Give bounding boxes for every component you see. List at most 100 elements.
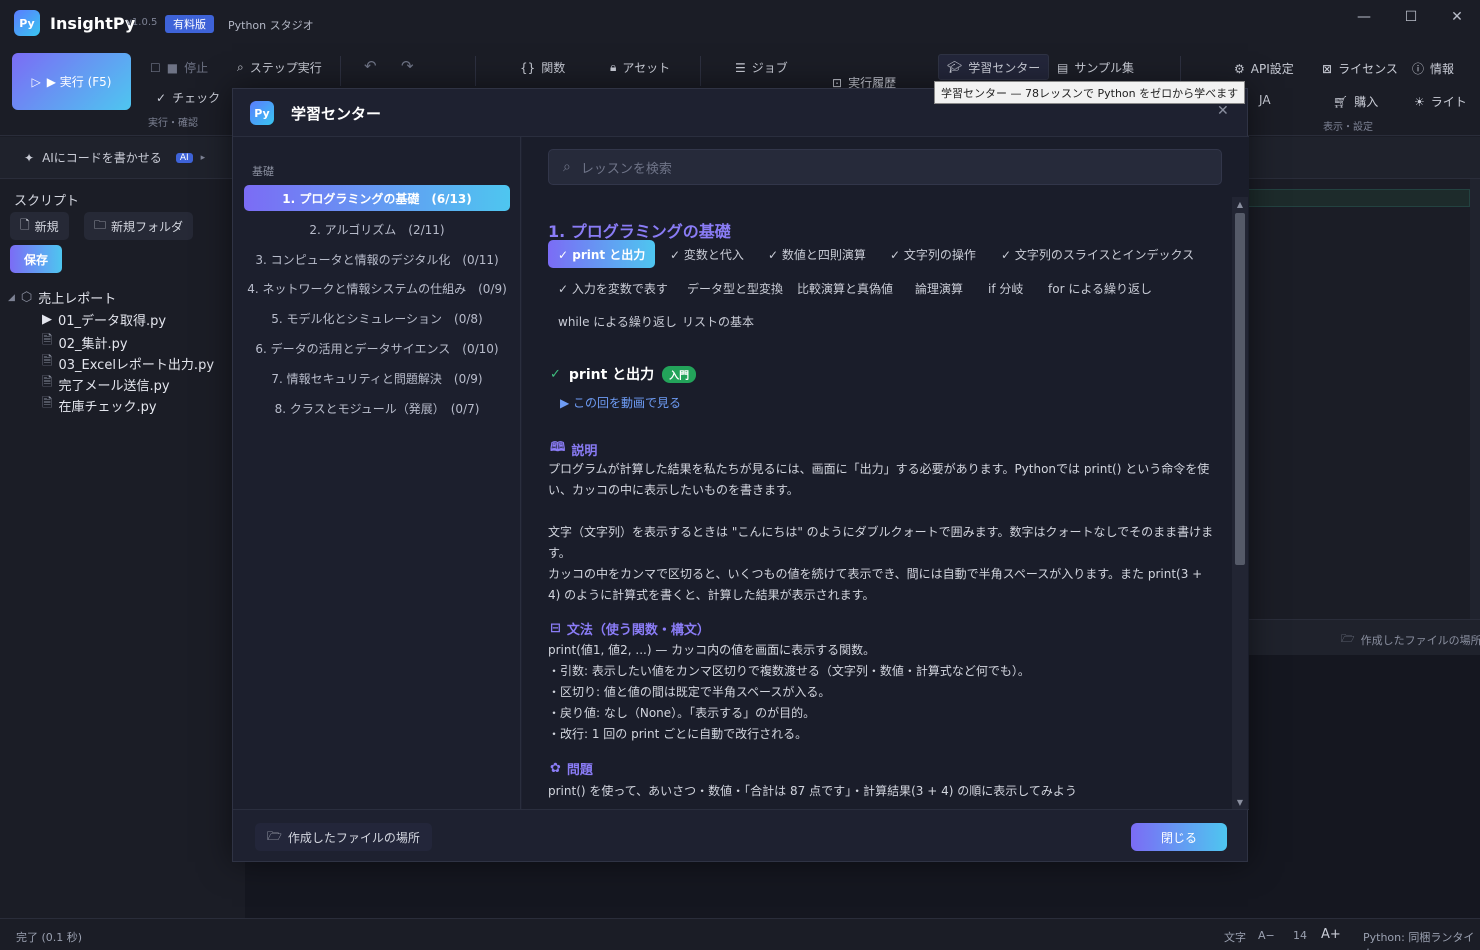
open-created-files-button[interactable]: 🗁 作成したファイルの場所 (255, 823, 432, 851)
info-button[interactable]: ⓘ 情報 (1412, 60, 1454, 77)
api-settings-button[interactable]: ⚙ API設定 (1234, 60, 1294, 77)
run-marker-icon: ▶ (42, 312, 52, 327)
tree-file[interactable]: 🗎 02_集計.py (42, 331, 128, 353)
dialog-title: 学習センター (291, 105, 382, 123)
tree-file[interactable]: 🗎 完了メール送信.py (42, 373, 170, 395)
group-label-run: 実行・確認 (148, 118, 198, 129)
search-placeholder: レッスンを検索 (580, 161, 672, 177)
editor-scrollbar[interactable] (1470, 179, 1480, 619)
file-icon: 🗎 (42, 354, 53, 369)
level-badge: 入門 (662, 365, 697, 383)
tree-folder[interactable]: ◢ ⬡ 売上レポート (8, 288, 116, 307)
lesson-chip[interactable]: 比較演算と真偽値 (787, 274, 903, 302)
scroll-down-icon[interactable]: ▼ (1232, 795, 1248, 809)
samples-button[interactable]: ▤ サンプル集 (1057, 59, 1134, 76)
license-badge: 有料版 (165, 15, 214, 33)
lesson-chip[interactable]: ✓ 文字列の操作 (880, 240, 986, 268)
checkbox-icon: ☐ (150, 60, 161, 75)
lesson-chip[interactable]: if 分岐 (978, 274, 1033, 302)
dialog-close-icon[interactable]: ✕ (1217, 103, 1229, 119)
maximize-button[interactable]: ☐ (1388, 0, 1434, 34)
app-logo: Py (14, 10, 40, 36)
lesson-chip[interactable]: リストの基本 (672, 307, 764, 335)
save-button[interactable]: 保存 (10, 245, 63, 273)
explain-paragraph: プログラムが計算した結果を私たちが見るには、画面に「出力」する必要があります。P… (548, 462, 1210, 497)
tree-file[interactable]: ▶ 01_データ取得.py (42, 310, 166, 329)
category-item[interactable]: 6. データの活用とデータサイエンス (0/10) (244, 335, 510, 361)
lesson-chip[interactable]: ✓ 変数と代入 (660, 240, 754, 268)
lesson-content: 1. プログラミングの基礎 ✓ print と出力 ✓ 変数と代入 ✓ 数値と四… (522, 197, 1232, 809)
license-button[interactable]: ⊠ ライセンス (1322, 60, 1398, 77)
category-item[interactable]: 3. コンピュータと情報のデジタル化 (0/11) (244, 246, 510, 272)
license-icon: ⊠ (1322, 61, 1333, 76)
redo-icon[interactable]: ↷ (401, 57, 414, 75)
language-button[interactable]: JA (1259, 93, 1271, 107)
scroll-up-icon[interactable]: ▲ (1232, 197, 1248, 211)
lock-icon: 🔒︎ (610, 60, 617, 74)
tree-file[interactable]: 🗎 03_Excelレポート出力.py (42, 352, 214, 374)
editor-created-files-button[interactable]: 🗁 作成したファイルの場所 (1341, 630, 1480, 649)
app-name: InsightPy (50, 14, 136, 33)
category-item[interactable]: 5. モデル化とシミュレーション (0/8) (244, 305, 510, 331)
sidebar: ✦ AIにコードを書かせる AI ▸ スクリプト 🗋 新規 🗀 新規フォルダ 保… (0, 137, 240, 918)
check-button[interactable]: ✓ チェック (156, 89, 220, 106)
app-version: v1.0.5 (126, 17, 158, 28)
category-heading: 1. プログラミングの基礎 (548, 222, 731, 241)
scroll-thumb[interactable] (1235, 213, 1245, 565)
learning-center-button[interactable]: 🎓︎ 学習センター (938, 54, 1050, 80)
tree-file[interactable]: 🗎 在庫チェック.py (42, 394, 157, 416)
app-subtitle: Python スタジオ (228, 19, 314, 32)
scripts-heading: スクリプト (14, 194, 80, 209)
category-item[interactable]: 1. プログラミングの基礎 (6/13) (244, 185, 510, 211)
checkmark-icon: ✓ (156, 90, 167, 105)
video-link[interactable]: ▶ この回を動画で見る (560, 394, 681, 411)
font-decrease-button[interactable]: A− (1258, 929, 1275, 942)
syntax-line: ・戻り値: なし（None）。「表示する」のが目的。 (548, 706, 816, 720)
stop-icon: ■ (166, 60, 179, 75)
lesson-panel: ⌕ レッスンを検索 1. プログラミングの基礎 ✓ print と出力 ✓ 変数… (522, 137, 1249, 809)
close-button[interactable]: 閉じる (1131, 823, 1227, 851)
divider (340, 56, 341, 86)
file-icon: 🗎 (42, 396, 53, 411)
category-item[interactable]: 7. 情報セキュリティと問題解決 (0/9) (244, 365, 510, 391)
stop-button[interactable]: ☐ ■ 停止 (150, 59, 208, 76)
lesson-search-input[interactable]: ⌕ レッスンを検索 (548, 149, 1222, 185)
lesson-chip[interactable]: ✓ 文字列のスライスとインデックス (991, 240, 1204, 268)
category-item[interactable]: 2. アルゴリズム (2/11) (244, 216, 510, 242)
undo-icon[interactable]: ↶ (364, 57, 377, 75)
code-block-icon: ⊟ (550, 621, 561, 636)
assets-button[interactable]: 🔒︎ アセット (610, 59, 670, 76)
ai-assist-label: AIにコードを書かせる (42, 151, 162, 165)
lesson-chip[interactable]: データ型と型変換 (677, 274, 793, 302)
new-folder-button[interactable]: 🗀 新規フォルダ (84, 212, 194, 240)
syntax-line: ・改行: 1 回の print ごとに自動で改行される。 (548, 727, 808, 741)
lesson-scrollbar[interactable]: ▲ ▼ (1232, 197, 1248, 809)
puzzle-icon: ✿ (550, 761, 561, 776)
lesson-chip[interactable]: while による繰り返し (548, 307, 687, 335)
lesson-chip[interactable]: ✓ print と出力 (548, 240, 656, 268)
category-item[interactable]: 4. ネットワークと情報システムの仕組み (0/9) (244, 275, 510, 301)
window-close-button[interactable]: ✕ (1434, 0, 1480, 34)
lesson-title: print と出力 (568, 367, 655, 383)
explain-paragraph: 文字（文字列）を表示するときは "こんにちは" のようにダブルクォートで囲みます… (548, 525, 1214, 560)
new-script-button[interactable]: 🗋 新規 (10, 212, 69, 240)
run-button[interactable]: ▷ ▶ 実行 (F5) (12, 53, 131, 110)
lesson-chip[interactable]: for による繰り返し (1038, 274, 1162, 302)
purchase-button[interactable]: 🛒︎ 購入 (1333, 93, 1378, 110)
minimize-button[interactable]: — (1341, 0, 1387, 34)
lesson-chip[interactable]: 論理演算 (905, 274, 973, 302)
lesson-title-row: ✓ print と出力 入門 (550, 364, 697, 384)
jobs-button[interactable]: ☰ ジョブ (735, 59, 788, 76)
font-increase-button[interactable]: A+ (1321, 927, 1341, 942)
sparkle-icon: ✦ (24, 150, 35, 165)
lesson-chip[interactable]: ✓ 入力を変数で表す (548, 274, 678, 302)
lesson-chip[interactable]: ✓ 数値と四則演算 (758, 240, 876, 268)
functions-button[interactable]: {} 関数 (520, 59, 565, 76)
syntax-heading: ⊟ 文法（使う関数・構文） (550, 621, 710, 638)
divider (700, 56, 701, 86)
theme-toggle-button[interactable]: ☀ ライト (1414, 93, 1467, 110)
file-icon: 🗎 (42, 375, 53, 390)
category-item[interactable]: 8. クラスとモジュール（発展） (0/7) (244, 395, 510, 421)
ai-assist-bar[interactable]: ✦ AIにコードを書かせる AI ▸ (0, 137, 240, 179)
step-run-button[interactable]: ⌕ ステップ実行 (237, 59, 322, 76)
